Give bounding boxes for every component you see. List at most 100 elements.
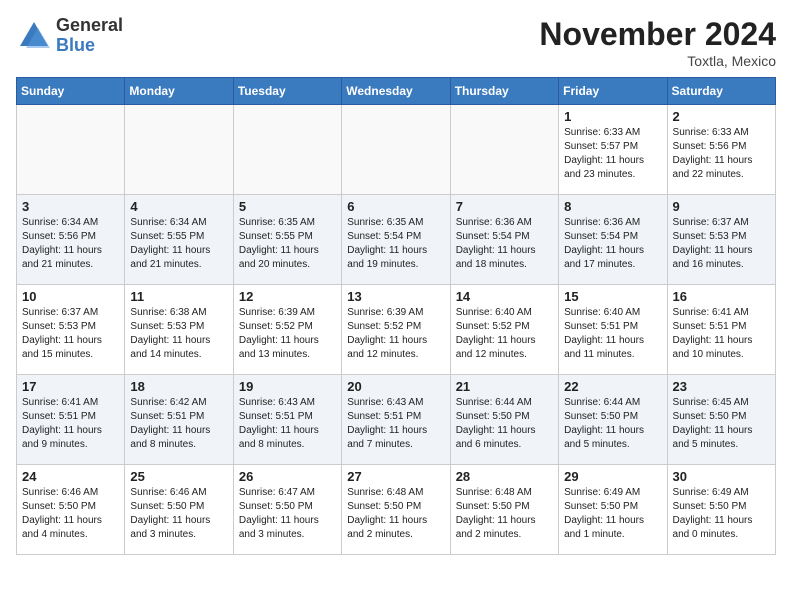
calendar-cell: 26 Sunrise: 6:47 AM Sunset: 5:50 PM Dayli… <box>233 465 341 555</box>
day-info: Sunrise: 6:44 AM Sunset: 5:50 PM Dayligh… <box>456 396 553 452</box>
day-info: Sunrise: 6:36 AM Sunset: 5:54 PM Dayligh… <box>564 216 661 272</box>
day-number: 3 <box>22 199 119 214</box>
day-number: 24 <box>22 469 119 484</box>
day-info: Sunrise: 6:34 AM Sunset: 5:56 PM Dayligh… <box>22 216 119 272</box>
calendar-cell: 21 Sunrise: 6:44 AM Sunset: 5:50 PM Dayli… <box>450 375 558 465</box>
calendar-cell: 2 Sunrise: 6:33 AM Sunset: 5:56 PM Daylig… <box>667 105 775 195</box>
day-number: 13 <box>347 289 444 304</box>
calendar-cell: 24 Sunrise: 6:46 AM Sunset: 5:50 PM Dayli… <box>17 465 125 555</box>
calendar-week-row: 24 Sunrise: 6:46 AM Sunset: 5:50 PM Dayli… <box>17 465 776 555</box>
calendar-cell: 4Sunrise: 6:34 AM Sunset: 5:55 PM Daylig… <box>125 195 233 285</box>
calendar-cell: 30Sunrise: 6:49 AM Sunset: 5:50 PM Dayli… <box>667 465 775 555</box>
calendar-cell <box>450 105 558 195</box>
calendar-cell: 17Sunrise: 6:41 AM Sunset: 5:51 PM Dayli… <box>17 375 125 465</box>
day-number: 26 <box>239 469 336 484</box>
calendar-cell: 7 Sunrise: 6:36 AM Sunset: 5:54 PM Daylig… <box>450 195 558 285</box>
calendar-week-row: 17Sunrise: 6:41 AM Sunset: 5:51 PM Dayli… <box>17 375 776 465</box>
logo: General Blue <box>16 16 123 56</box>
day-info: Sunrise: 6:39 AM Sunset: 5:52 PM Dayligh… <box>239 306 336 362</box>
calendar-cell: 23 Sunrise: 6:45 AM Sunset: 5:50 PM Dayli… <box>667 375 775 465</box>
header-saturday: Saturday <box>667 78 775 105</box>
calendar-cell: 18 Sunrise: 6:42 AM Sunset: 5:51 PM Dayli… <box>125 375 233 465</box>
day-number: 7 <box>456 199 553 214</box>
day-number: 9 <box>673 199 770 214</box>
header-sunday: Sunday <box>17 78 125 105</box>
month-title: November 2024 <box>539 16 776 53</box>
calendar-cell <box>125 105 233 195</box>
logo-icon <box>16 18 52 54</box>
calendar-cell: 3 Sunrise: 6:34 AM Sunset: 5:56 PM Daylig… <box>17 195 125 285</box>
day-number: 11 <box>130 289 227 304</box>
calendar-cell: 6 Sunrise: 6:35 AM Sunset: 5:54 PM Daylig… <box>342 195 450 285</box>
day-info: Sunrise: 6:46 AM Sunset: 5:50 PM Dayligh… <box>22 486 119 542</box>
day-number: 6 <box>347 199 444 214</box>
calendar-cell: 16 Sunrise: 6:41 AM Sunset: 5:51 PM Dayli… <box>667 285 775 375</box>
day-number: 25 <box>130 469 227 484</box>
page-header: General Blue November 2024 Toxtla, Mexic… <box>16 16 776 69</box>
day-number: 18 <box>130 379 227 394</box>
day-number: 28 <box>456 469 553 484</box>
calendar-cell <box>17 105 125 195</box>
day-number: 23 <box>673 379 770 394</box>
day-number: 8 <box>564 199 661 214</box>
calendar-cell: 19 Sunrise: 6:43 AM Sunset: 5:51 PM Dayli… <box>233 375 341 465</box>
day-number: 27 <box>347 469 444 484</box>
calendar-cell <box>233 105 341 195</box>
header-thursday: Thursday <box>450 78 558 105</box>
calendar-cell <box>342 105 450 195</box>
logo-text: General Blue <box>56 16 123 56</box>
location: Toxtla, Mexico <box>539 53 776 69</box>
day-number: 20 <box>347 379 444 394</box>
calendar-week-row: 1Sunrise: 6:33 AM Sunset: 5:57 PM Daylig… <box>17 105 776 195</box>
day-info: Sunrise: 6:45 AM Sunset: 5:50 PM Dayligh… <box>673 396 770 452</box>
day-number: 10 <box>22 289 119 304</box>
day-number: 17 <box>22 379 119 394</box>
day-info: Sunrise: 6:41 AM Sunset: 5:51 PM Dayligh… <box>673 306 770 362</box>
calendar-header-row: SundayMondayTuesdayWednesdayThursdayFrid… <box>17 78 776 105</box>
calendar-cell: 27Sunrise: 6:48 AM Sunset: 5:50 PM Dayli… <box>342 465 450 555</box>
day-info: Sunrise: 6:33 AM Sunset: 5:56 PM Dayligh… <box>673 126 770 182</box>
calendar-cell: 11 Sunrise: 6:38 AM Sunset: 5:53 PM Dayli… <box>125 285 233 375</box>
header-wednesday: Wednesday <box>342 78 450 105</box>
day-number: 1 <box>564 109 661 124</box>
day-info: Sunrise: 6:43 AM Sunset: 5:51 PM Dayligh… <box>239 396 336 452</box>
day-info: Sunrise: 6:38 AM Sunset: 5:53 PM Dayligh… <box>130 306 227 362</box>
day-number: 2 <box>673 109 770 124</box>
day-info: Sunrise: 6:35 AM Sunset: 5:55 PM Dayligh… <box>239 216 336 272</box>
day-number: 29 <box>564 469 661 484</box>
day-number: 16 <box>673 289 770 304</box>
calendar-cell: 13 Sunrise: 6:39 AM Sunset: 5:52 PM Dayli… <box>342 285 450 375</box>
calendar-cell: 10 Sunrise: 6:37 AM Sunset: 5:53 PM Dayli… <box>17 285 125 375</box>
calendar-cell: 15 Sunrise: 6:40 AM Sunset: 5:51 PM Dayli… <box>559 285 667 375</box>
day-info: Sunrise: 6:34 AM Sunset: 5:55 PM Dayligh… <box>130 216 227 272</box>
day-info: Sunrise: 6:40 AM Sunset: 5:52 PM Dayligh… <box>456 306 553 362</box>
day-info: Sunrise: 6:49 AM Sunset: 5:50 PM Dayligh… <box>673 486 770 542</box>
day-info: Sunrise: 6:37 AM Sunset: 5:53 PM Dayligh… <box>22 306 119 362</box>
day-number: 21 <box>456 379 553 394</box>
day-info: Sunrise: 6:39 AM Sunset: 5:52 PM Dayligh… <box>347 306 444 362</box>
title-block: November 2024 Toxtla, Mexico <box>539 16 776 69</box>
calendar-cell: 5Sunrise: 6:35 AM Sunset: 5:55 PM Daylig… <box>233 195 341 285</box>
day-number: 19 <box>239 379 336 394</box>
day-info: Sunrise: 6:40 AM Sunset: 5:51 PM Dayligh… <box>564 306 661 362</box>
day-number: 14 <box>456 289 553 304</box>
calendar-cell: 25Sunrise: 6:46 AM Sunset: 5:50 PM Dayli… <box>125 465 233 555</box>
day-info: Sunrise: 6:42 AM Sunset: 5:51 PM Dayligh… <box>130 396 227 452</box>
day-info: Sunrise: 6:43 AM Sunset: 5:51 PM Dayligh… <box>347 396 444 452</box>
calendar-cell: 14 Sunrise: 6:40 AM Sunset: 5:52 PM Dayli… <box>450 285 558 375</box>
header-tuesday: Tuesday <box>233 78 341 105</box>
day-number: 22 <box>564 379 661 394</box>
day-number: 15 <box>564 289 661 304</box>
calendar-week-row: 10 Sunrise: 6:37 AM Sunset: 5:53 PM Dayli… <box>17 285 776 375</box>
day-info: Sunrise: 6:36 AM Sunset: 5:54 PM Dayligh… <box>456 216 553 272</box>
calendar-cell: 28Sunrise: 6:48 AM Sunset: 5:50 PM Dayli… <box>450 465 558 555</box>
day-info: Sunrise: 6:44 AM Sunset: 5:50 PM Dayligh… <box>564 396 661 452</box>
day-number: 12 <box>239 289 336 304</box>
day-info: Sunrise: 6:47 AM Sunset: 5:50 PM Dayligh… <box>239 486 336 542</box>
calendar-table: SundayMondayTuesdayWednesdayThursdayFrid… <box>16 77 776 555</box>
header-friday: Friday <box>559 78 667 105</box>
calendar-cell: 20 Sunrise: 6:43 AM Sunset: 5:51 PM Dayli… <box>342 375 450 465</box>
day-info: Sunrise: 6:35 AM Sunset: 5:54 PM Dayligh… <box>347 216 444 272</box>
calendar-cell: 22 Sunrise: 6:44 AM Sunset: 5:50 PM Dayli… <box>559 375 667 465</box>
logo-general: General <box>56 16 123 36</box>
